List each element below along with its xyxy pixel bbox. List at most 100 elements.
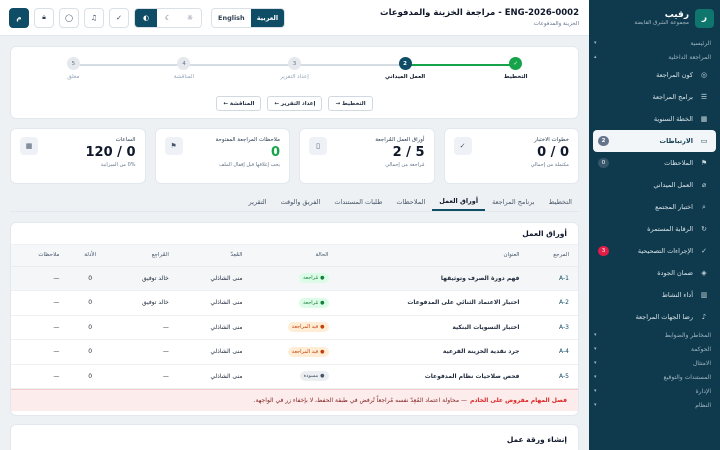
column-header[interactable]: المُعِدّ bbox=[177, 245, 252, 267]
status-cell: ● مُراجعة bbox=[251, 290, 338, 316]
status-dot-icon: ● bbox=[320, 324, 325, 331]
stepper-step[interactable]: 2 العمل الميداني bbox=[365, 57, 445, 80]
table-row[interactable]: A-4 جرد نقدية الخزينة الفرعية ● قيد المراجع… bbox=[11, 339, 578, 365]
stat-label: الساعات bbox=[115, 137, 136, 143]
tab[interactable]: طلبات المستندات bbox=[327, 192, 389, 211]
check-icon[interactable]: ✓ bbox=[109, 7, 129, 28]
sidebar: ر رقيب مجموعة الشرق القابضة الرئيسية ▾ الم… bbox=[589, 0, 720, 450]
stats-row: خطوات الاختبار 0 / 0 مكتملة من إجمالي ✓ أورا… bbox=[10, 128, 579, 184]
stepper-step[interactable]: 5 مغلق bbox=[33, 57, 113, 80]
section-label: الرئيسية bbox=[690, 39, 711, 47]
sidebar-section[interactable]: المراجعة الداخلية ▴ bbox=[589, 50, 720, 64]
status-text: قيد المراجعة bbox=[291, 348, 319, 355]
stat-card: أوراق العمل المُراجعة 2 / 5 مُراجعة من إجم… bbox=[299, 128, 435, 184]
tab[interactable]: الفريق والوقت bbox=[274, 192, 328, 211]
step-label: مغلق bbox=[67, 74, 80, 80]
column-header[interactable]: المرجع bbox=[528, 245, 578, 267]
step-label: المناقشة bbox=[173, 74, 195, 80]
table-row[interactable]: A-5 فحص صلاحيات نظام المدفوعات ● مسودة منى ا… bbox=[11, 364, 578, 389]
language-switcher: English العربية bbox=[211, 7, 286, 28]
stat-hint: يجب إغلاقها قبل إقفال الملف bbox=[219, 162, 280, 168]
column-header[interactable]: الحالة bbox=[251, 245, 338, 267]
sidebar-item[interactable]: ↻ الرقابة المستمرة bbox=[593, 218, 716, 240]
tab[interactable]: التقرير bbox=[242, 192, 274, 211]
sidebar-item[interactable]: ✓ الإجراءات التصحيحية 3 bbox=[593, 240, 716, 262]
sun-icon[interactable]: ☼ bbox=[179, 8, 201, 27]
user-icon[interactable]: ◯ bbox=[59, 7, 79, 28]
stage-button[interactable]: المناقشة ← bbox=[216, 96, 262, 111]
sidebar-item[interactable]: ⌀ العمل الميداني bbox=[593, 174, 716, 196]
stepper-step[interactable]: 4 المناقشة bbox=[144, 57, 224, 80]
sidebar-item[interactable]: ◈ ضمان الجودة bbox=[593, 262, 716, 284]
ref-cell: A-1 bbox=[528, 266, 578, 291]
top-bar: ENG-2026-0002 - مراجعة الخزينة والمدفوعا… bbox=[0, 0, 589, 36]
create-workpaper-card: إنشاء ورقة عمل bbox=[10, 424, 579, 450]
sidebar-item[interactable]: ▭ الارتباطات 2 bbox=[593, 130, 716, 152]
tab[interactable]: التخطيط bbox=[542, 192, 579, 211]
sidebar-item[interactable]: ⚑ الملاحظات 0 bbox=[593, 152, 716, 174]
step-label: التخطيط bbox=[503, 74, 528, 80]
flag-icon: ⚑ bbox=[164, 137, 183, 155]
user-avatar-button[interactable]: م bbox=[9, 7, 29, 28]
contrast-icon[interactable]: ◐ bbox=[135, 8, 157, 27]
lock-icon[interactable]: 🔒︎ bbox=[34, 7, 54, 28]
warning-text: — محاولة اعتماد المُعِدّ نفسه مُراجعاً ت… bbox=[253, 397, 467, 404]
breadcrumb: الخزينة والمدفوعات bbox=[533, 21, 579, 27]
column-header[interactable]: العنوان bbox=[337, 245, 529, 267]
sidebar-section[interactable]: الرئيسية ▾ bbox=[589, 36, 720, 50]
evidence-cell: 0 bbox=[68, 266, 112, 291]
tab[interactable]: برنامج المراجعة bbox=[485, 192, 542, 211]
sidebar-section[interactable]: المخاطر والضوابط ▾ bbox=[589, 328, 720, 342]
sidebar-item-label: الرقابة المستمرة bbox=[647, 225, 693, 233]
sidebar-section[interactable]: الحوكمة ▾ bbox=[589, 342, 720, 356]
stepper-step[interactable]: ✓ التخطيط bbox=[476, 57, 556, 80]
sidebar-item[interactable]: ◎ كون المراجعة bbox=[593, 64, 716, 86]
tab[interactable]: أوراق العمل bbox=[432, 192, 486, 211]
workpapers-card: أوراق العمل المرجع العنوان الحالة المُعِدّ ا… bbox=[10, 222, 579, 416]
column-header[interactable]: الأدلة bbox=[68, 245, 112, 267]
column-header[interactable]: المُراجِع bbox=[111, 245, 178, 267]
globe-icon: ◎ bbox=[700, 71, 708, 79]
lang-arabic-button[interactable]: العربية bbox=[250, 8, 285, 27]
table-row[interactable]: A-2 اختبار الاعتماد الثنائي على المدفوعات… bbox=[11, 290, 578, 316]
moon-icon[interactable]: ☾ bbox=[157, 8, 179, 27]
section-label: الإدارة bbox=[695, 387, 711, 395]
stat-value: 120 / 0 bbox=[85, 145, 136, 160]
sidebar-item[interactable]: ♪ رضا الجهات المراجعة bbox=[593, 306, 716, 328]
table-row[interactable]: A-3 اختبار التسويات البنكية ● قيد المراجعة م… bbox=[11, 315, 578, 340]
bar-chart-icon: ▥ bbox=[700, 291, 708, 299]
ref-cell: A-4 bbox=[528, 339, 578, 365]
document-icon: ▯ bbox=[309, 137, 327, 155]
section-label: المراجعة الداخلية bbox=[668, 53, 711, 61]
sidebar-section[interactable]: الامتثال ▾ bbox=[589, 356, 720, 370]
status-cell: ● مسودة bbox=[251, 364, 338, 389]
status-badge: ● قيد المراجعة bbox=[287, 346, 329, 357]
sidebar-item[interactable]: ▦ الخطة السنوية bbox=[593, 108, 716, 130]
sidebar-item[interactable]: ▥ أداء النشاط bbox=[593, 284, 716, 306]
bell-icon[interactable]: ♫ bbox=[84, 7, 104, 28]
column-header[interactable]: ملاحظات bbox=[11, 245, 69, 267]
sidebar-item[interactable]: ⌕ اختبار المجتمع bbox=[593, 196, 716, 218]
stat-hint: مُراجعة من إجمالي bbox=[385, 162, 425, 168]
reviewer-cell: — bbox=[111, 339, 178, 365]
engagement-tabs: التخطيط برنامج المراجعة أوراق العمل الملاحظ… bbox=[10, 192, 579, 212]
stage-button[interactable]: إعداد التقرير ← bbox=[267, 96, 323, 111]
lang-english-button[interactable]: English bbox=[212, 8, 251, 27]
bell-icon: ♪ bbox=[701, 313, 707, 321]
tab[interactable]: الملاحظات bbox=[389, 192, 432, 211]
status-text: مُراجعة bbox=[303, 275, 319, 282]
sidebar-item-label: العمل الميداني bbox=[653, 181, 693, 189]
stage-button[interactable]: التخطيط → bbox=[328, 96, 373, 111]
chevron-icon: ▾ bbox=[594, 346, 597, 352]
sidebar-section[interactable]: المستندات والتوقيع ▾ bbox=[589, 370, 720, 384]
preparer-cell: منى الشاذلي bbox=[177, 266, 252, 291]
search-icon: ⌕ bbox=[702, 202, 706, 211]
create-workpaper-title: إنشاء ورقة عمل bbox=[506, 435, 567, 444]
sidebar-item[interactable]: ☰ برامج المراجعة bbox=[593, 86, 716, 108]
section-label: المستندات والتوقيع bbox=[663, 373, 711, 381]
sidebar-section[interactable]: الإدارة ▾ bbox=[589, 384, 720, 398]
title-cell: اختبار التسويات البنكية bbox=[337, 315, 529, 340]
stepper-step[interactable]: 3 إعداد التقرير bbox=[255, 57, 335, 80]
sidebar-section[interactable]: النظام ▾ bbox=[589, 398, 720, 412]
table-row[interactable]: A-1 فهم دورة الصرف وتوثيقها ● مُراجعة منى ال… bbox=[11, 266, 578, 291]
